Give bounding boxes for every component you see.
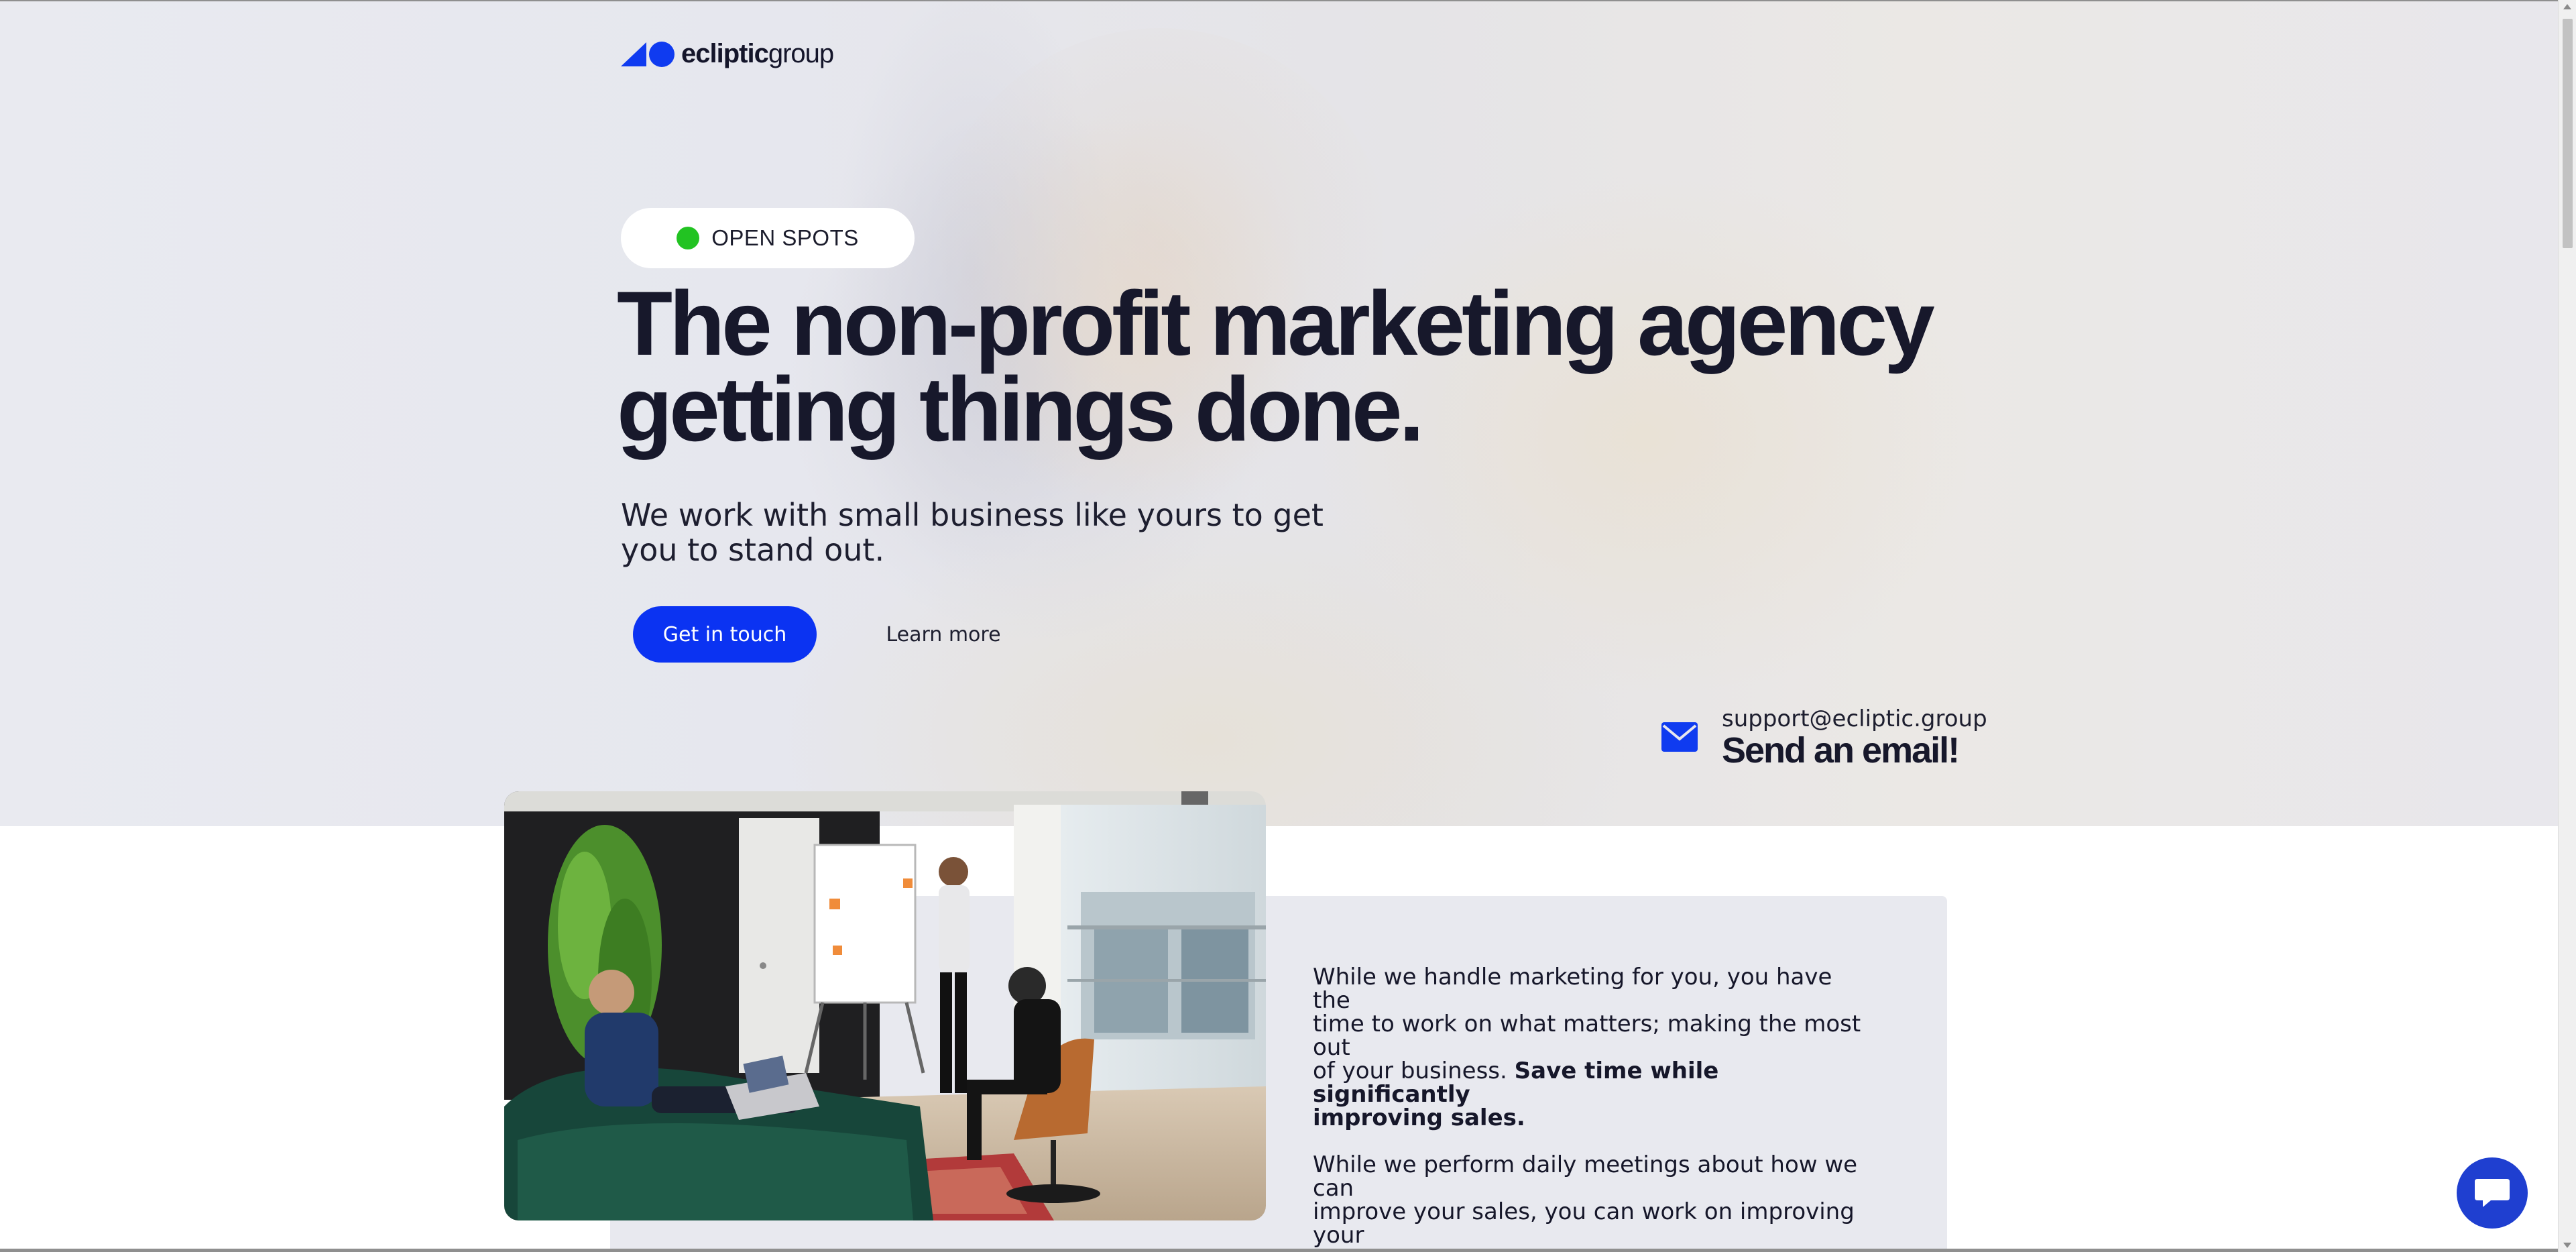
learn-more-button[interactable]: Learn more bbox=[872, 606, 1015, 663]
badge-label: OPEN SPOTS bbox=[711, 225, 859, 250]
envelope-icon bbox=[1661, 722, 1698, 752]
about-p2-line-2: improve your sales, you can work on impr… bbox=[1313, 1198, 1855, 1249]
hero-section: eclipticgroup OPEN SPOTS The non-profit … bbox=[0, 0, 2558, 826]
about-p2-line-1: While we perform daily meetings about ho… bbox=[1313, 1151, 1858, 1202]
office-meeting-illustration bbox=[504, 791, 1266, 1220]
about-p1-line-1: While we handle marketing for you, you h… bbox=[1313, 964, 1832, 1014]
office-meeting-photo bbox=[504, 791, 1266, 1220]
logo-circle bbox=[649, 41, 675, 67]
page-title: The non-profit marketing agency getting … bbox=[617, 278, 1944, 455]
send-email-link[interactable]: Send an email! bbox=[1722, 732, 1987, 769]
logo-text: eclipticgroup bbox=[681, 39, 834, 69]
logo-text-regular: group bbox=[768, 39, 834, 68]
about-p1-line-2: time to work on what matters; making the… bbox=[1313, 1011, 1861, 1061]
get-in-touch-button[interactable]: Get in touch bbox=[633, 606, 817, 663]
about-p1-line-3: of your business. bbox=[1313, 1058, 1515, 1084]
scroll-down-arrow-icon[interactable] bbox=[2563, 1243, 2571, 1248]
scroll-up-arrow-icon[interactable] bbox=[2563, 4, 2571, 9]
page-scrollbar[interactable] bbox=[2558, 0, 2576, 1252]
subtitle-line-2: you to stand out. bbox=[621, 532, 885, 568]
logo[interactable]: eclipticgroup bbox=[621, 39, 834, 69]
about-p1-emphasis-2: improving sales. bbox=[1313, 1104, 1525, 1131]
window-bottom-border bbox=[0, 1249, 2558, 1252]
subtitle-line-1: We work with small business like yours t… bbox=[621, 497, 1324, 533]
chat-widget-button[interactable] bbox=[2457, 1157, 2528, 1229]
contact-email[interactable]: support@ecliptic.group bbox=[1722, 705, 1987, 732]
status-dot-icon bbox=[677, 227, 700, 249]
headline-line-2: getting things done. bbox=[617, 358, 1424, 460]
hero-subtitle: We work with small business like yours t… bbox=[621, 498, 1352, 567]
logo-mark-icon bbox=[621, 41, 675, 67]
scrollbar-thumb[interactable] bbox=[2563, 19, 2573, 248]
about-paragraph-2: While we perform daily meetings about ho… bbox=[1313, 1153, 1876, 1252]
about-paragraph-1: While we handle marketing for you, you h… bbox=[1313, 966, 1876, 1130]
about-text: While we handle marketing for you, you h… bbox=[1313, 966, 1876, 1252]
open-spots-badge: OPEN SPOTS bbox=[621, 208, 915, 268]
page: eclipticgroup OPEN SPOTS The non-profit … bbox=[0, 0, 2576, 1252]
email-contact[interactable]: support@ecliptic.group Send an email! bbox=[1661, 705, 1987, 769]
contact-text: support@ecliptic.group Send an email! bbox=[1722, 705, 1987, 769]
logo-text-bold: ecliptic bbox=[681, 39, 769, 68]
chat-bubble-icon bbox=[2475, 1179, 2510, 1207]
logo-triangle bbox=[621, 42, 646, 66]
